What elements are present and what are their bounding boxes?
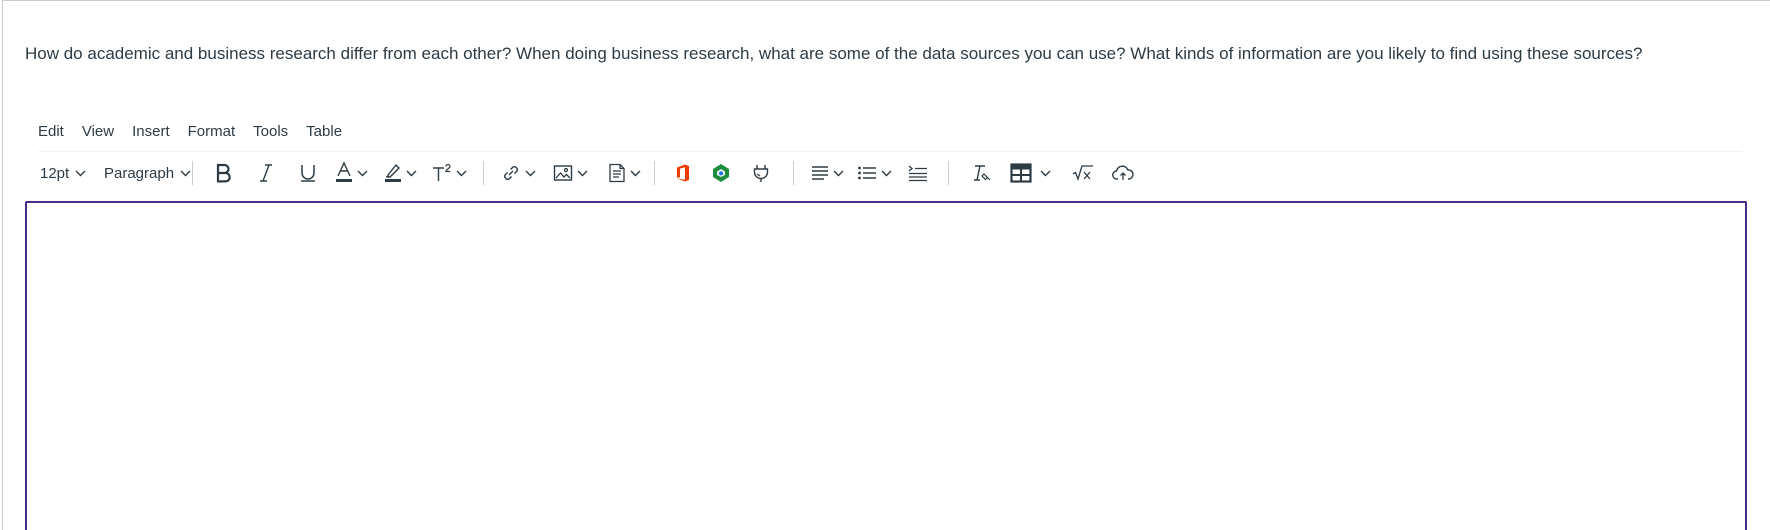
apps-plug-button[interactable] — [741, 158, 781, 188]
clear-formatting-button[interactable] — [963, 158, 1001, 188]
toolbar-separator — [192, 161, 193, 185]
menubar-divider — [38, 151, 1742, 152]
question-text: How do academic and business research di… — [25, 44, 1643, 63]
cloud-icon — [1112, 164, 1134, 182]
menu-format[interactable]: Format — [179, 123, 245, 140]
chevron-down-icon — [406, 170, 417, 177]
bold-button[interactable] — [203, 158, 245, 188]
chevron-down-icon — [75, 170, 86, 177]
link-button[interactable] — [498, 158, 538, 188]
indent-icon — [908, 164, 928, 182]
table-button[interactable] — [1007, 158, 1053, 188]
block-format-dropdown[interactable]: Paragraph — [92, 158, 191, 188]
bulleted-list-icon — [857, 164, 877, 182]
bold-icon — [215, 163, 233, 183]
image-icon — [553, 164, 573, 182]
toolbar-separator — [483, 161, 484, 185]
link-icon — [501, 163, 521, 183]
toolbar-separator — [793, 161, 794, 185]
menu-insert[interactable]: Insert — [123, 123, 179, 140]
superscript-icon — [432, 163, 452, 183]
menu-table[interactable]: Table — [297, 123, 351, 140]
chevron-down-icon — [577, 170, 588, 177]
menu-edit[interactable]: Edit — [29, 123, 73, 140]
superscript-button[interactable] — [427, 158, 471, 188]
table-icon — [1009, 163, 1032, 183]
highlight-color-button[interactable] — [377, 158, 423, 188]
chevron-down-icon — [630, 170, 641, 177]
chevron-down-icon — [357, 170, 368, 177]
toolbar-separator — [948, 161, 949, 185]
highlighter-icon — [384, 162, 402, 184]
square-root-icon — [1072, 164, 1094, 182]
italic-button[interactable] — [245, 158, 287, 188]
chevron-down-icon — [525, 170, 536, 177]
image-button[interactable] — [548, 158, 592, 188]
plug-icon — [751, 163, 771, 183]
chevron-down-icon — [881, 170, 892, 177]
menu-tools[interactable]: Tools — [244, 123, 297, 140]
underline-button[interactable] — [287, 158, 329, 188]
text-color-icon — [335, 162, 353, 184]
list-button[interactable] — [854, 158, 894, 188]
menu-view[interactable]: View — [73, 123, 123, 140]
editor-toolbar: 12pt Paragraph — [36, 158, 1143, 188]
chevron-down-icon — [1040, 170, 1051, 177]
google-apps-button[interactable] — [701, 158, 741, 188]
rich-text-editor-area[interactable] — [25, 201, 1747, 530]
indent-button[interactable] — [898, 158, 938, 188]
office-365-icon — [675, 164, 691, 182]
toolbar-separator — [654, 161, 655, 185]
cloud-upload-button[interactable] — [1103, 158, 1143, 188]
chevron-down-icon — [456, 170, 467, 177]
equation-button[interactable] — [1063, 158, 1103, 188]
align-left-icon — [811, 164, 829, 182]
document-icon — [608, 163, 626, 183]
block-format-value: Paragraph — [104, 164, 175, 182]
google-apps-icon — [711, 163, 731, 183]
align-button[interactable] — [808, 158, 846, 188]
font-size-dropdown[interactable]: 12pt — [36, 158, 92, 188]
chevron-down-icon — [833, 170, 844, 177]
chevron-down-icon — [180, 170, 191, 177]
clear-formatting-icon — [972, 164, 992, 182]
font-size-value: 12pt — [40, 164, 70, 182]
office-365-button[interactable] — [665, 158, 701, 188]
italic-icon — [258, 163, 274, 183]
text-color-button[interactable] — [329, 158, 373, 188]
editor-menubar: Edit View Insert Format Tools Table — [29, 121, 351, 141]
underline-icon — [299, 163, 317, 183]
document-button[interactable] — [602, 158, 646, 188]
